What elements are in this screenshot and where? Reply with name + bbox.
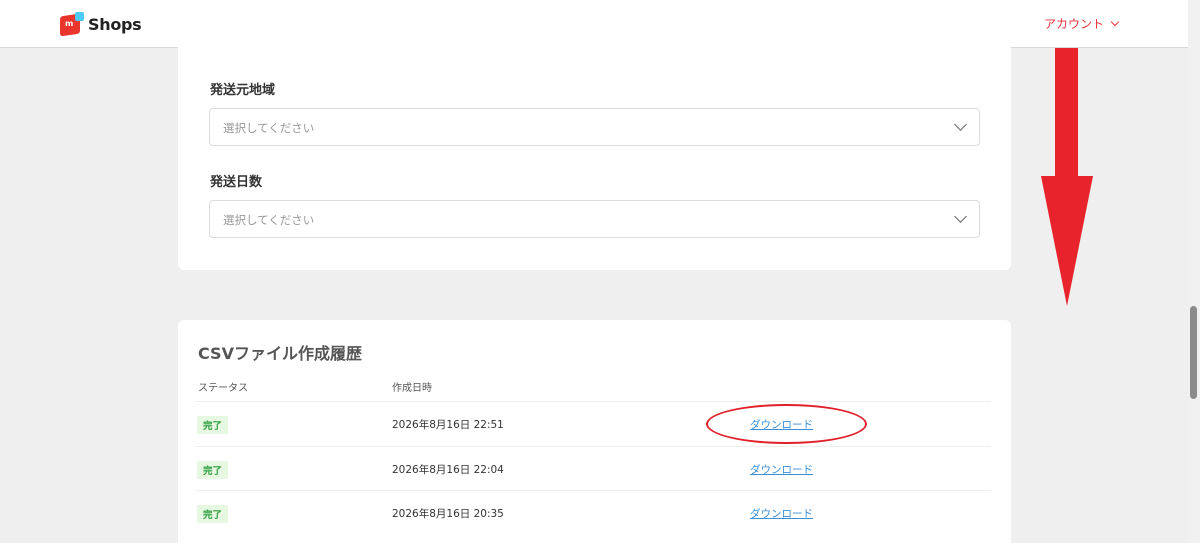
- chevron-down-icon: [954, 118, 967, 131]
- origin-region-placeholder: 選択してください: [223, 121, 315, 135]
- status-badge: 完了: [197, 461, 229, 479]
- highlight-ellipse-annotation: [706, 404, 867, 444]
- origin-region-select[interactable]: 選択してください: [209, 108, 980, 146]
- table-row: 完了 2026年8月16日 22:51 ダウンロード: [196, 401, 991, 445]
- chevron-down-icon: [954, 210, 967, 223]
- created-datetime: 2026年8月16日 20:35: [392, 508, 504, 520]
- account-label: アカウント: [1043, 17, 1104, 31]
- shipping-days-label: 発送日数: [210, 175, 263, 190]
- chevron-down-icon: [1110, 17, 1120, 26]
- shops-logo[interactable]: m Shops: [60, 12, 142, 37]
- csv-history-title: CSVファイル作成履歴: [198, 344, 362, 363]
- shipping-days-select[interactable]: 選択してください: [209, 200, 980, 238]
- shipping-filter-card: 発送元地域 選択してください 発送日数 選択してください: [178, 40, 1011, 270]
- status-badge: 完了: [197, 416, 229, 434]
- logo-mark-letter: m: [65, 19, 74, 28]
- table-row: 完了 2026年8月16日 22:04 ダウンロード: [196, 446, 991, 490]
- column-header-status: ステータス: [198, 383, 248, 394]
- account-menu-button[interactable]: アカウント: [1043, 15, 1120, 32]
- created-datetime: 2026年8月16日 22:51: [392, 419, 504, 431]
- scrollbar-thumb[interactable]: [1190, 306, 1197, 399]
- csv-history-card: CSVファイル作成履歴 ステータス 作成日時 完了 2026年8月16日 22:…: [178, 320, 1011, 543]
- column-header-created-at: 作成日時: [392, 383, 432, 394]
- download-link[interactable]: ダウンロード: [750, 506, 813, 521]
- page-scrollbar[interactable]: [1188, 0, 1200, 543]
- status-badge: 完了: [197, 505, 229, 523]
- created-datetime: 2026年8月16日 22:04: [392, 464, 504, 476]
- down-arrow-annotation: [1041, 48, 1093, 306]
- logo-text: Shops: [88, 14, 142, 34]
- origin-region-label: 発送元地域: [210, 83, 276, 98]
- mercari-logo-icon: m: [60, 12, 84, 37]
- shipping-days-placeholder: 選択してください: [223, 213, 315, 227]
- download-link[interactable]: ダウンロード: [750, 462, 813, 477]
- table-row: 完了 2026年8月16日 20:35 ダウンロード: [196, 490, 991, 534]
